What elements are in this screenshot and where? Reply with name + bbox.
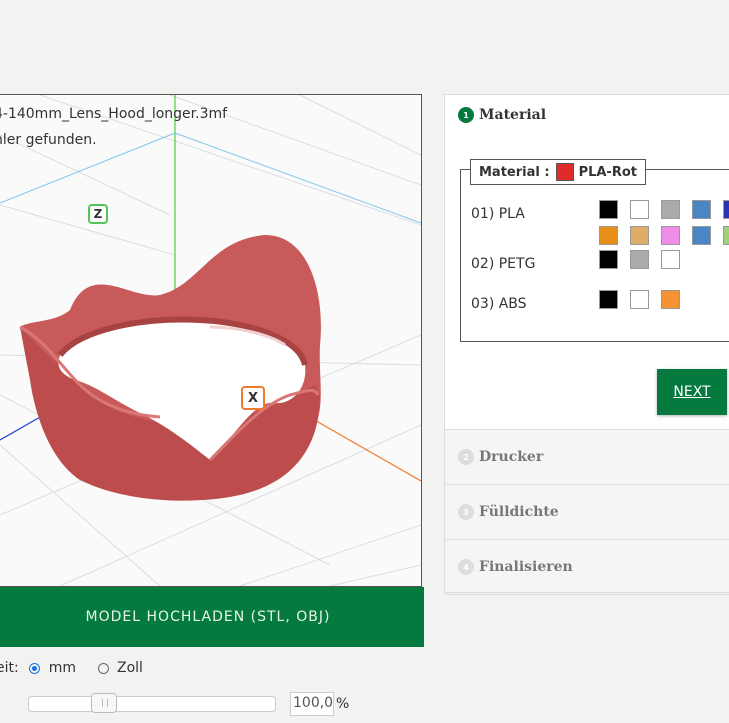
unit-selector: eit: mm Zoll <box>0 660 143 676</box>
next-button[interactable]: NEXT <box>657 369 727 415</box>
unit-mm-radio[interactable] <box>28 662 40 674</box>
color-swatch[interactable] <box>661 200 680 219</box>
panel-drucker[interactable]: 2 Drucker <box>445 430 729 485</box>
material-row-pla-label: 01) PLA <box>471 206 525 222</box>
material-row-petg-label: 02) PETG <box>471 256 536 272</box>
selected-material-name: PLA-Rot <box>578 164 637 180</box>
color-swatch[interactable] <box>661 250 680 269</box>
material-legend: Material : PLA-Rot <box>470 159 646 185</box>
panel-finalisieren-title: Finalisieren <box>479 559 573 575</box>
step-number-badge: 3 <box>458 504 474 520</box>
color-swatch[interactable] <box>723 226 729 245</box>
color-swatch[interactable] <box>599 290 618 309</box>
status-text: hler gefunden. <box>0 132 97 148</box>
viewer-scene <box>0 95 421 586</box>
upload-model-label: MODEL HOCHLADEN (STL, OBJ) <box>85 609 331 625</box>
configurator-accordion: 1 Material Material : PLA-Rot 01) PLA 02… <box>444 94 729 595</box>
color-swatch[interactable] <box>599 200 618 219</box>
color-swatch[interactable] <box>723 200 729 219</box>
panel-material-title: Material <box>479 107 547 123</box>
color-swatch[interactable] <box>630 226 649 245</box>
unit-zoll-label[interactable]: Zoll <box>117 660 143 676</box>
zoom-slider[interactable] <box>28 693 276 713</box>
color-swatch[interactable] <box>630 290 649 309</box>
color-swatch[interactable] <box>692 200 711 219</box>
panel-drucker-header: 2 Drucker <box>458 449 543 465</box>
material-row-abs-label: 03) ABS <box>471 296 527 312</box>
step-number-badge: 4 <box>458 559 474 575</box>
color-swatch[interactable] <box>599 250 618 269</box>
color-swatch[interactable] <box>661 226 680 245</box>
panel-finalisieren-header: 4 Finalisieren <box>458 559 573 575</box>
zoom-control: 100,0 % <box>28 692 349 716</box>
zoom-slider-handle[interactable] <box>90 693 117 713</box>
unit-zoll-radio[interactable] <box>98 662 109 674</box>
material-fieldset: Material : PLA-Rot 01) PLA 02) PETG 03) … <box>460 159 729 342</box>
axis-label-z: Z <box>88 204 108 224</box>
panel-drucker-title: Drucker <box>479 449 544 465</box>
zoom-input[interactable]: 100,0 <box>290 692 334 716</box>
axis-label-x: X <box>241 386 265 410</box>
file-info: 4-140mm_Lens_Hood_longer.3mf hler gefund… <box>0 101 227 153</box>
panel-material-header[interactable]: 1 Material <box>458 107 546 123</box>
color-swatch[interactable] <box>630 200 649 219</box>
model-viewer[interactable]: 4-140mm_Lens_Hood_longer.3mf hler gefund… <box>0 94 422 587</box>
zoom-percent-sign: % <box>336 696 350 712</box>
material-legend-label: Material : <box>479 164 550 180</box>
color-swatch[interactable] <box>692 226 711 245</box>
color-swatch[interactable] <box>599 226 618 245</box>
panel-fuelldichte-header: 3 Fülldichte <box>458 504 559 520</box>
color-swatch[interactable] <box>661 290 680 309</box>
panel-material: 1 Material Material : PLA-Rot 01) PLA 02… <box>445 95 729 430</box>
panel-fuelldichte[interactable]: 3 Fülldichte <box>445 485 729 540</box>
selected-color-swatch <box>555 163 574 181</box>
unit-label: eit: <box>0 660 19 676</box>
upload-model-button[interactable]: MODEL HOCHLADEN (STL, OBJ) <box>0 587 424 647</box>
step-number-badge: 2 <box>458 449 474 465</box>
step-number-badge: 1 <box>458 107 474 123</box>
unit-mm-label[interactable]: mm <box>49 660 76 676</box>
file-name: 4-140mm_Lens_Hood_longer.3mf <box>0 106 228 122</box>
panel-finalisieren[interactable]: 4 Finalisieren <box>445 540 729 595</box>
color-swatch[interactable] <box>630 250 649 269</box>
panel-fuelldichte-title: Fülldichte <box>479 504 559 520</box>
lens-hood-model <box>19 235 321 501</box>
